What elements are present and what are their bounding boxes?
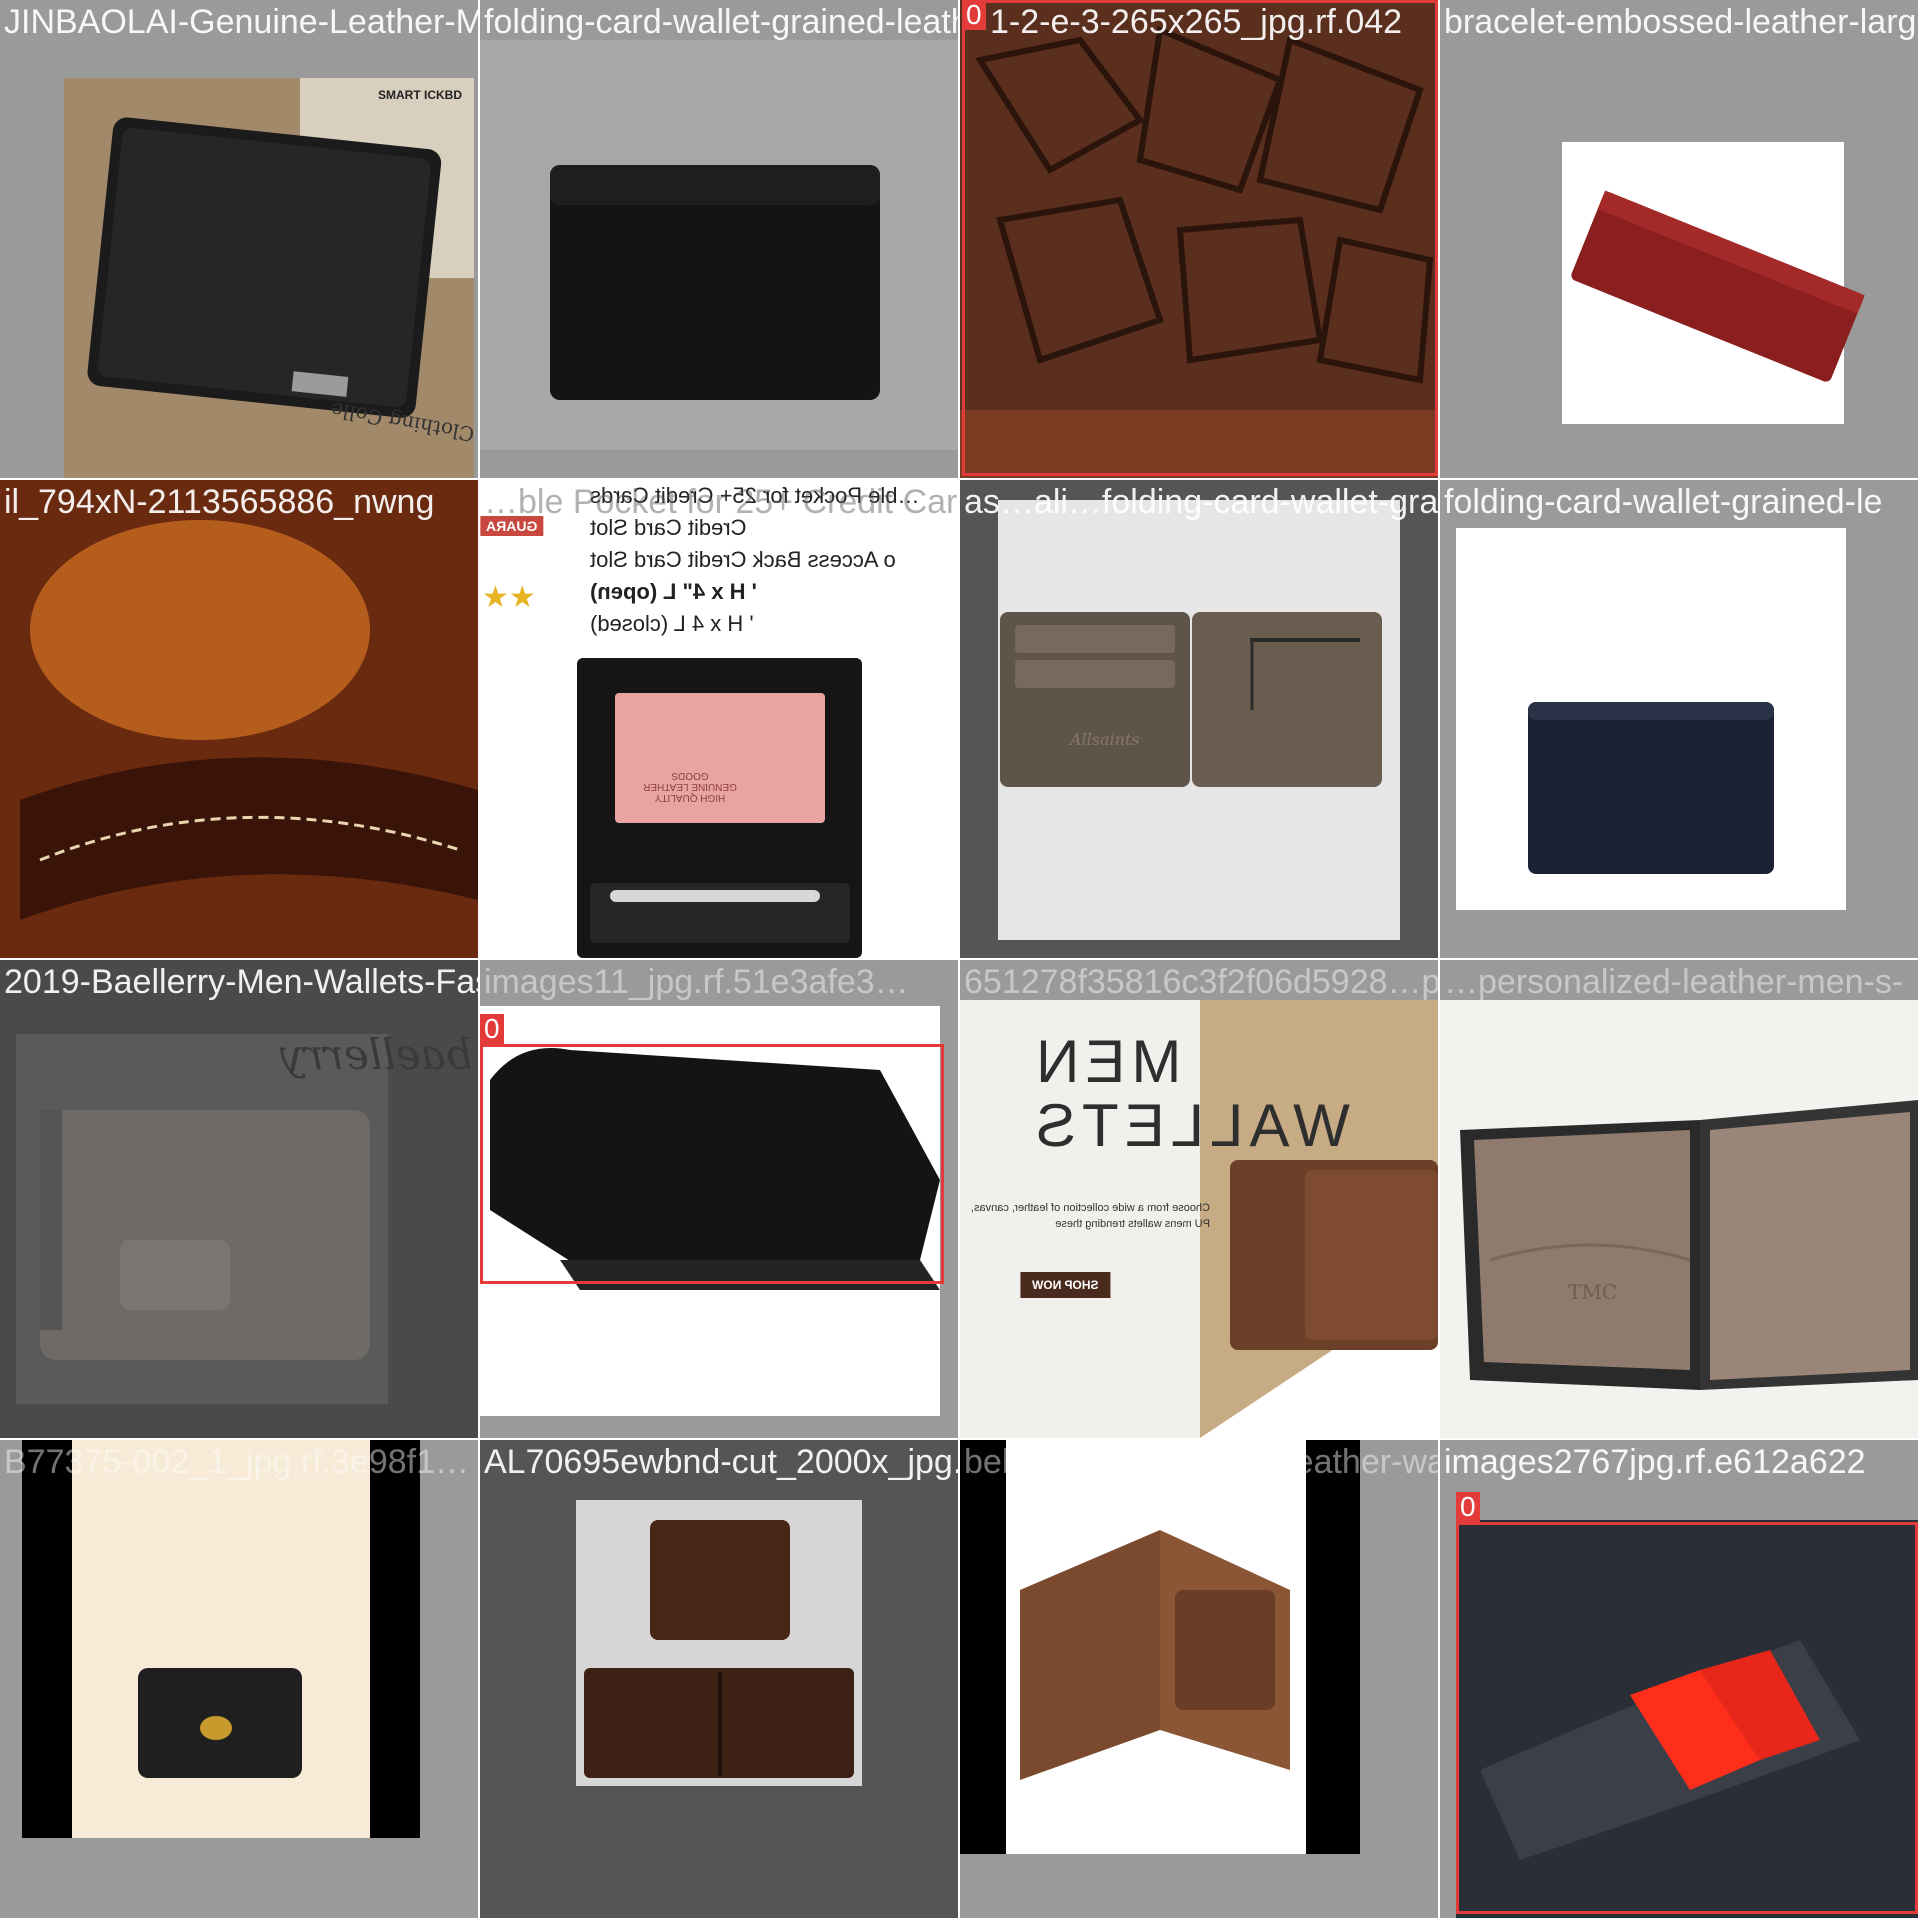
mosaic-grid: SMART ICKBD Clothing Colle JINBAOLAI-Gen… [0,0,1920,1920]
tile-12: TMC …personalized-leather-men-s- [1440,960,1918,1438]
tile-5: il_794xN-2113565886_nwng [0,480,478,958]
tile-caption: bracelet-embossed-leather-large [1444,3,1918,41]
wallet-photo [1440,1000,1918,1438]
wallet-photo [998,500,1400,940]
tile-caption: images2767jpg.rf.e612a622 [1444,1443,1866,1481]
wallet-photo [960,1440,1360,1854]
tile-16: 0 images2767jpg.rf.e612a622 [1440,1440,1918,1918]
tile-caption: as…ali…folding-card-wallet-grained-l [964,483,1438,521]
wallet-photo [1456,528,1846,910]
tile-caption: 651278f35816c3f2f06d5928…personalized-le… [964,963,1438,1001]
tile-15: bel…nf…grey-brown-leather-wallet [960,1440,1438,1918]
tile-caption: il_794xN-2113565886_nwng [4,483,435,521]
tile-8: folding-card-wallet-grained-le [1440,480,1918,958]
tile-1: SMART ICKBD Clothing Colle JINBAOLAI-Gen… [0,0,478,478]
wallet-photo [0,480,478,958]
tile-10: 0 images11_jpg.rf.51e3afe3… [480,960,958,1438]
wallet-photo [22,1440,420,1838]
detection-label: 0 [480,1014,504,1044]
brand-emboss: Allsaints [1070,730,1140,749]
tile-14: AL70695ewbnd-cut_2000x_jpg.rf… [480,1440,958,1918]
tile-7: Allsaints as…ali…folding-card-wallet-gra… [960,480,1438,958]
logo-text: SMART ICKBD [378,88,462,102]
wallet-photo [1562,142,1865,424]
tile-2: folding-card-wallet-grained-leather-blac… [480,0,958,478]
tile-3: 0 1-2-e-3-265x265_jpg.rf.042 [960,0,1438,478]
tile-9: baellerry 2019-Baellerry-Men-Wallets-Fas… [0,960,478,1438]
tile-caption: AL70695ewbnd-cut_2000x_jpg.rf… [484,1443,958,1481]
star-rating: ★★ [482,581,536,614]
tile-13: B77375-002_1_jpg.rf.3e98f1… [0,1440,478,1918]
detection-box [1456,1522,1918,1914]
brand-logo: baellerry [280,1030,473,1079]
tile-caption: …ble Pocket for 25+ Credit Cards [484,483,958,521]
tile-caption: JINBAOLAI-Genuine-Leather-Men-Wallet-Bl [4,3,478,41]
tile-6: …ble Pocket for 25+ Credit Cards Credit … [480,480,958,958]
shop-now-button[interactable]: SHOP NOW [1020,1272,1111,1298]
tile-11: MEN WALLETS Choose from a wide collectio… [960,960,1438,1438]
detection-label: 0 [962,0,986,30]
wallet-photo [577,658,862,958]
wallet-photo [64,78,474,478]
detection-label: 0 [1456,1492,1480,1522]
tile-caption: folding-card-wallet-grained-le [1444,483,1883,521]
wallet-photo [480,40,958,450]
tile-caption: …personalized-leather-men-s- [1444,963,1904,1001]
detection-box [962,0,1438,476]
tile-caption: images11_jpg.rf.51e3afe3… [484,963,909,1001]
card-text-line: HIGH QUALITY [654,792,726,803]
card-text-line: GENUINE LEATHER GOODS [643,770,737,792]
ad-body-text: Choose from a wide collection of leather… [970,1202,1210,1230]
copy-line: ' H x 4 L (closed) [590,611,754,636]
ad-headline: MEN WALLETS [1030,1028,1350,1159]
headline-line: WALLETS [1030,1092,1350,1159]
copy-line: ' H x 4" L (open) [590,579,757,604]
headline-line: MEN [1030,1028,1182,1095]
card-text: HIGH QUALITY GENUINE LEATHER GOODS [630,770,750,803]
wallet-photo [576,1500,862,1786]
tile-caption: folding-card-wallet-grained-leather-blac… [484,3,958,41]
tile-caption: B77375-002_1_jpg.rf.3e98f1… [4,1443,470,1481]
monogram: TMC [1568,1280,1618,1304]
tile-4: bracelet-embossed-leather-large [1440,0,1918,478]
tile-caption: bel…nf…grey-brown-leather-wallet [964,1443,1438,1481]
tile-caption: 2019-Baellerry-Men-Wallets-Fashion-Short [4,963,478,1001]
copy-line: o Access Back Credit Card Slot [590,547,896,572]
detection-box [480,1044,944,1284]
